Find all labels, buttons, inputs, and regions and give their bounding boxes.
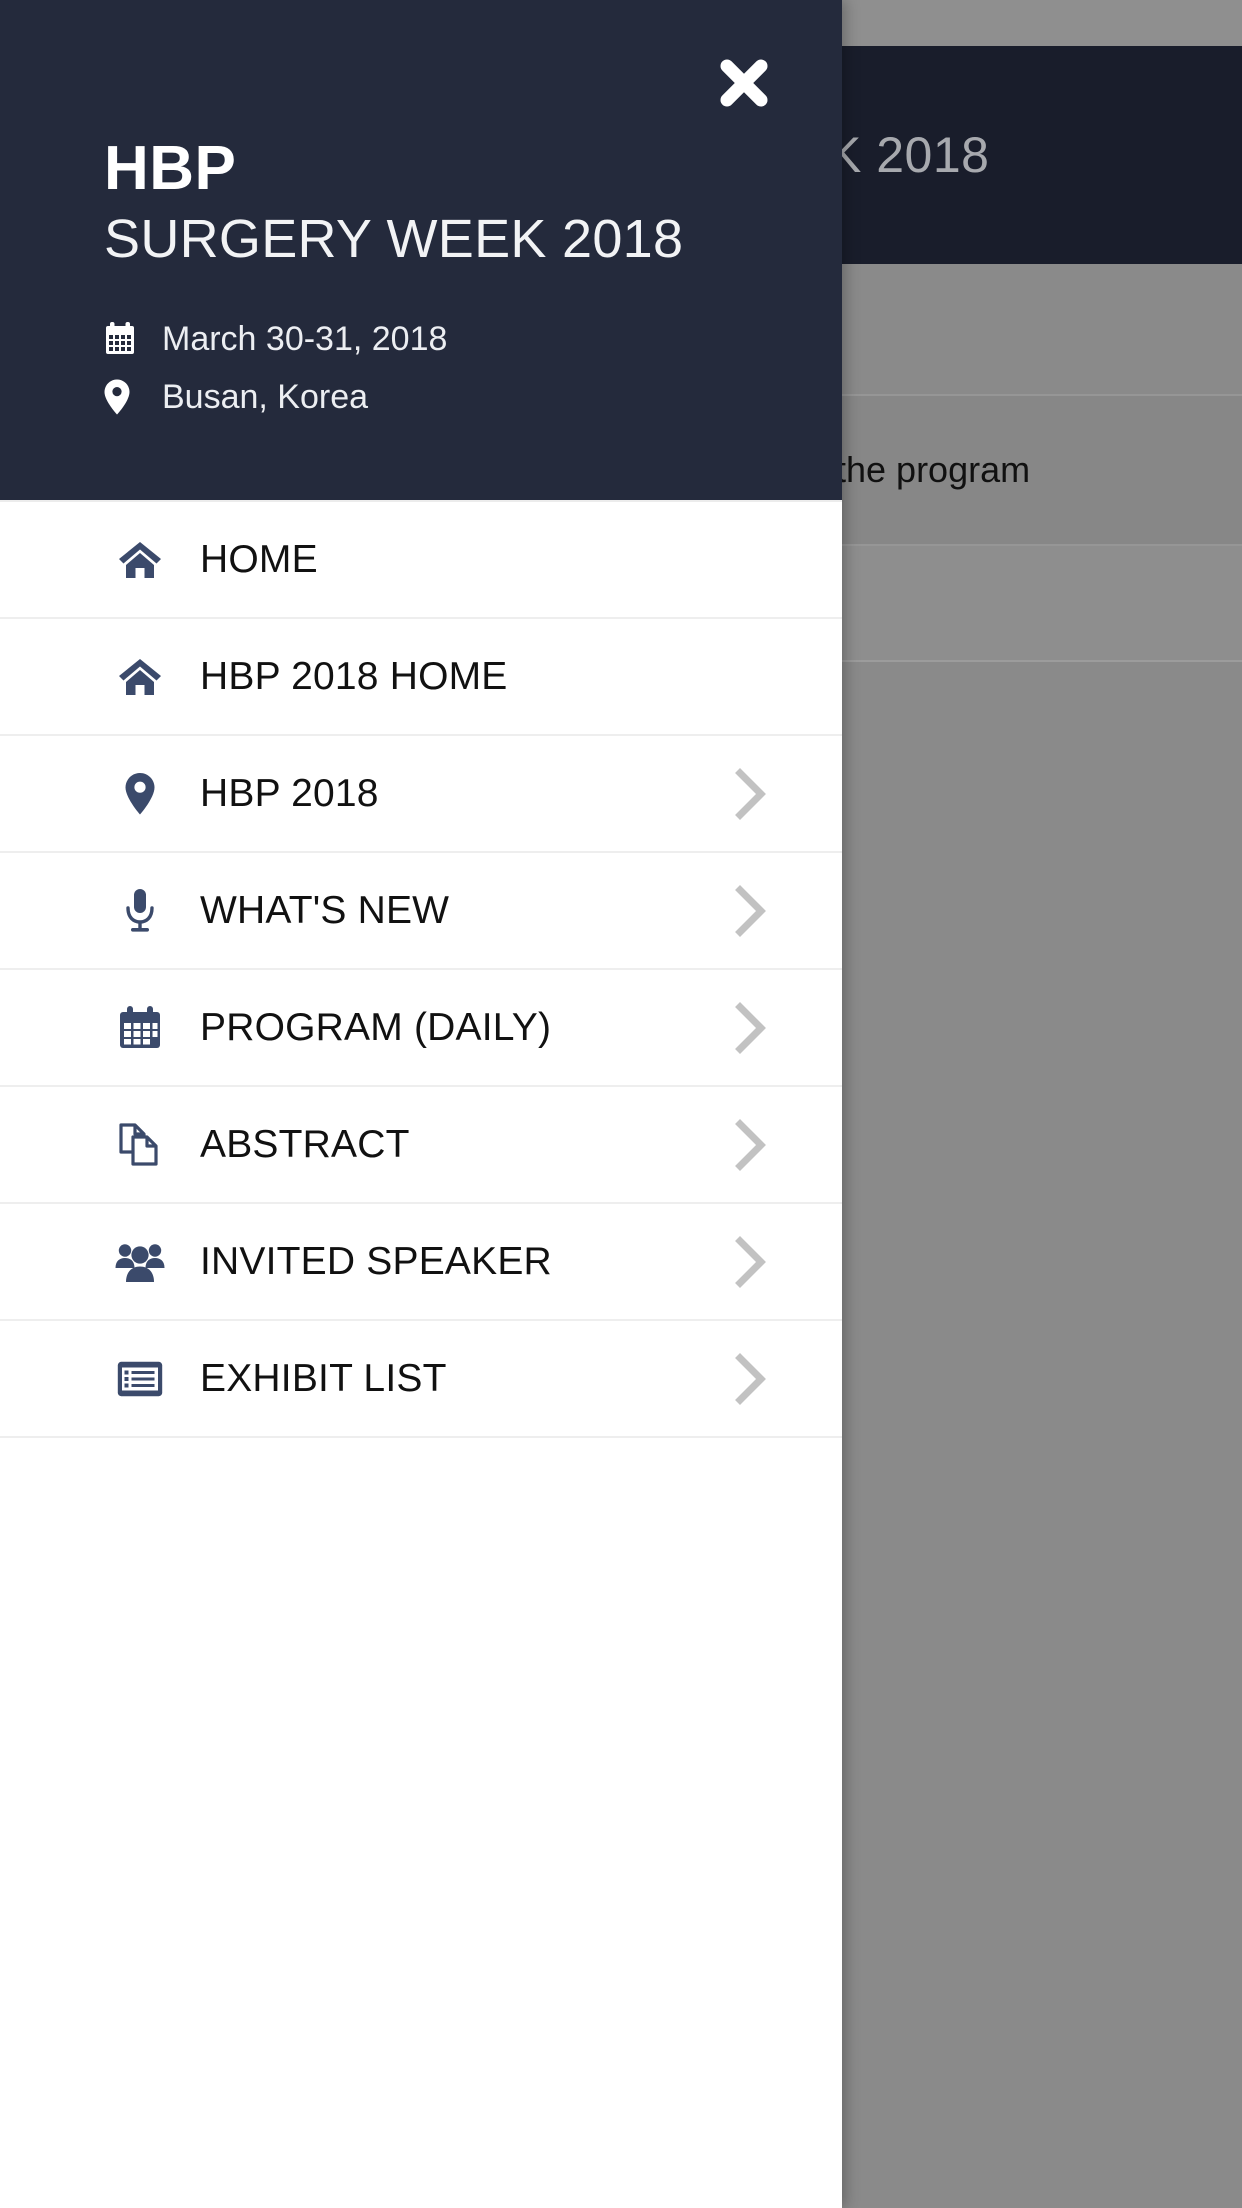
menu-item-abstract[interactable]: ABSTRACT (0, 1087, 842, 1204)
menu-item-hbp-2018-home[interactable]: HBP 2018 HOME (0, 619, 842, 736)
menu-item-label: HBP 2018 HOME (200, 654, 508, 698)
home-icon (110, 540, 170, 580)
list-alt-icon (110, 1360, 170, 1398)
brand-block: HBP SURGERY WEEK 2018 (104, 138, 683, 272)
calendar-icon (110, 1005, 170, 1050)
menu-item-whats-new[interactable]: WHAT'S NEW (0, 853, 842, 970)
background-divider (842, 660, 1242, 662)
calendar-icon (104, 322, 140, 356)
menu-item-label: PROGRAM (DAILY) (200, 1005, 552, 1049)
menu-item-home[interactable]: HOME (0, 502, 842, 619)
navigation-drawer: HBP SURGERY WEEK 2018 March 30-31, 2018 … (0, 0, 842, 2208)
event-location-row: Busan, Korea (104, 373, 447, 421)
drawer-header: HBP SURGERY WEEK 2018 March 30-31, 2018 … (0, 0, 842, 500)
menu-item-label: EXHIBIT LIST (200, 1356, 447, 1400)
map-pin-icon (110, 772, 170, 816)
users-group-icon (110, 1241, 170, 1283)
chevron-right-icon (734, 1118, 768, 1172)
chevron-right-icon (734, 1001, 768, 1055)
menu-item-label: INVITED SPEAKER (200, 1239, 552, 1283)
chevron-right-icon (734, 767, 768, 821)
brand-full-title: SURGERY WEEK 2018 (104, 209, 684, 269)
brand-abbreviation: HBP (104, 134, 237, 203)
menu-item-label: ABSTRACT (200, 1122, 410, 1166)
menu-item-label: HOME (200, 537, 318, 581)
menu-item-exhibit-list[interactable]: EXHIBIT LIST (0, 1321, 842, 1438)
drawer-menu-list: HOME HBP 2018 HOME HBP 2018 WHAT'S NEW P… (0, 500, 842, 2208)
event-date-row: March 30-31, 2018 (104, 315, 447, 363)
map-pin-icon (104, 379, 140, 415)
close-icon[interactable] (706, 45, 782, 121)
event-meta-block: March 30-31, 2018 Busan, Korea (104, 315, 447, 431)
chevron-right-icon (734, 884, 768, 938)
home-icon (110, 657, 170, 697)
menu-item-hbp-2018[interactable]: HBP 2018 (0, 736, 842, 853)
event-location-text: Busan, Korea (162, 377, 369, 416)
menu-item-label: WHAT'S NEW (200, 888, 450, 932)
background-divider (842, 394, 1242, 396)
menu-item-program-daily[interactable]: PROGRAM (DAILY) (0, 970, 842, 1087)
microphone-icon (110, 888, 170, 934)
background-divider (842, 544, 1242, 546)
event-date-text: March 30-31, 2018 (162, 319, 448, 358)
menu-item-label: HBP 2018 (200, 771, 379, 815)
chevron-right-icon (734, 1352, 768, 1406)
menu-item-invited-speaker[interactable]: INVITED SPEAKER (0, 1204, 842, 1321)
chevron-right-icon (734, 1235, 768, 1289)
copy-docs-icon (110, 1122, 170, 1168)
